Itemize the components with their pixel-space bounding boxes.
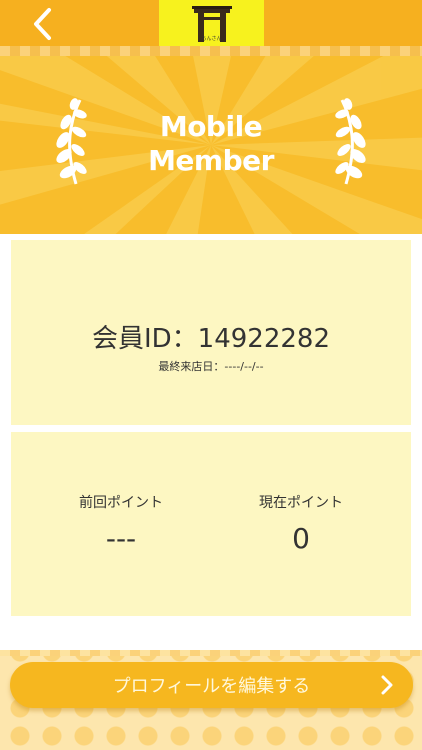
chevron-left-icon: [34, 8, 51, 40]
hero-title: Mobile Member: [148, 110, 274, 177]
edit-profile-button[interactable]: プロフィールを編集する: [10, 662, 413, 708]
logo-text: ちんさん: [201, 36, 222, 42]
footer-stripe: [0, 650, 422, 656]
hero-banner: Mobile Member: [0, 56, 422, 234]
header-stripe: [0, 46, 422, 56]
current-points-value: 0: [292, 522, 310, 555]
store-logo: ちんさん: [159, 0, 264, 46]
previous-points-value: ---: [105, 522, 137, 555]
previous-points-label: 前回ポイント: [79, 495, 163, 511]
member-id: 会員ID：14922282: [91, 324, 331, 354]
top-bar: ちんさん: [0, 0, 422, 46]
main-content: 会員ID：14922282 最終来店日：----/--/-- 前回ポイント --…: [0, 234, 422, 650]
points-card: 前回ポイント --- 現在ポイント 0: [11, 432, 411, 616]
chevron-right-icon: [381, 675, 393, 695]
last-visit-date: 最終来店日：----/--/--: [158, 360, 264, 373]
back-button[interactable]: [24, 6, 60, 42]
member-id-card: 会員ID：14922282 最終来店日：----/--/--: [11, 240, 411, 425]
current-points-label: 現在ポイント: [259, 495, 343, 511]
edit-profile-label: プロフィールを編集する: [112, 676, 311, 697]
